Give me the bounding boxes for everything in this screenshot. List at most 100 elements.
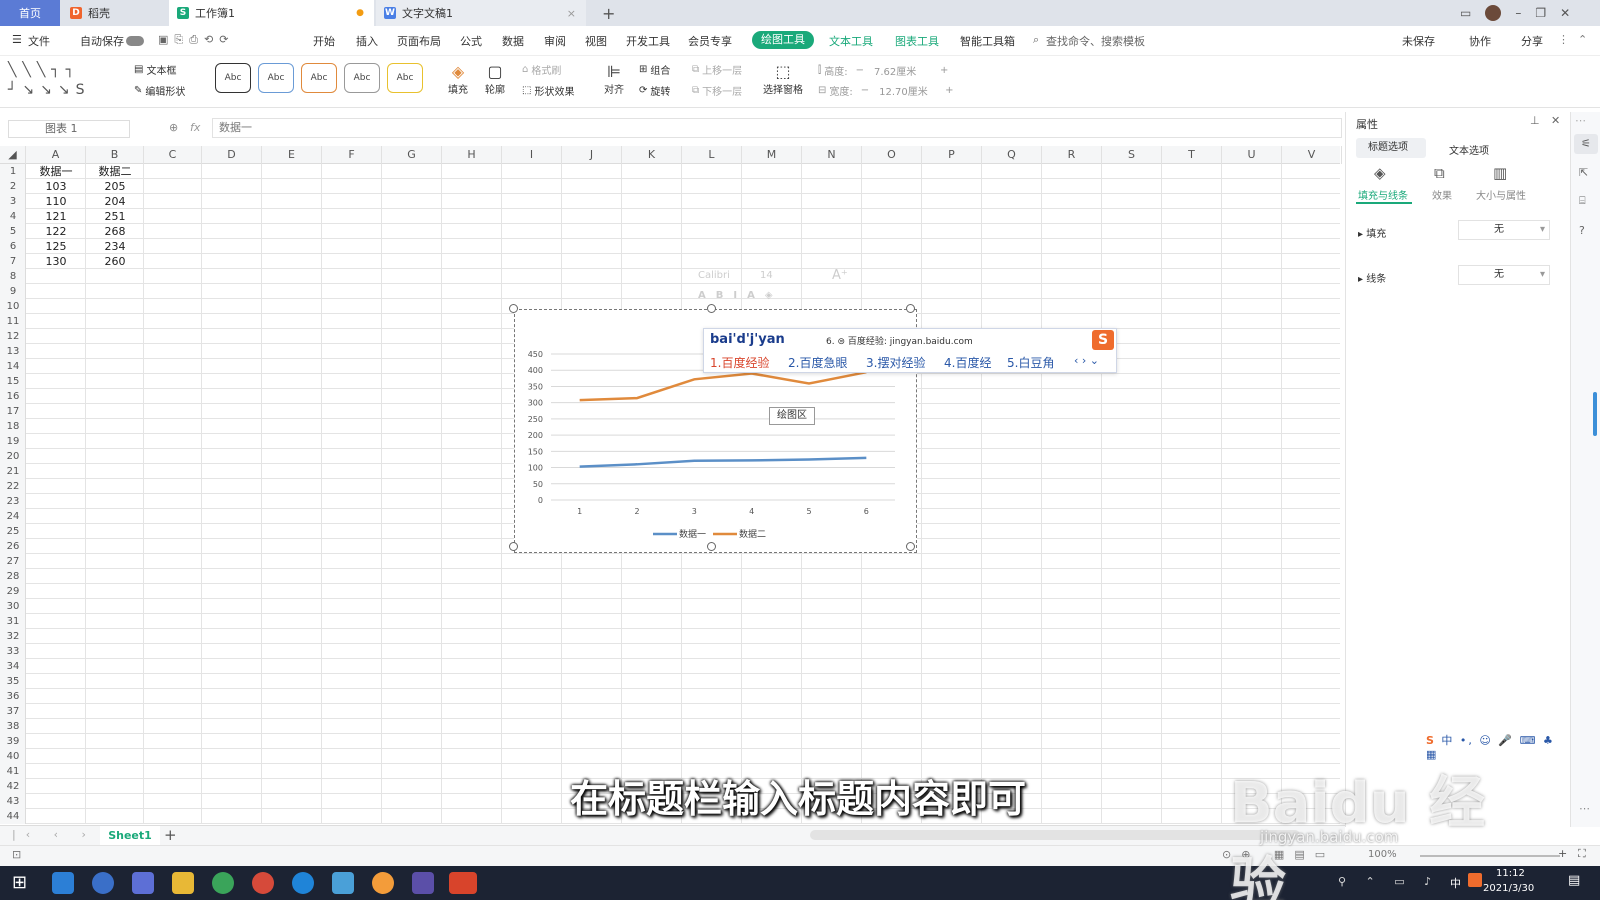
row-header[interactable]: 26: [0, 539, 26, 554]
more-icon[interactable]: ⋮: [1558, 33, 1569, 46]
sogou-tray-icon[interactable]: [1468, 873, 1482, 887]
panel-toggle-icon[interactable]: ⋯: [1575, 114, 1586, 127]
subtab-effect[interactable]: 效果: [1432, 187, 1452, 202]
menu-view[interactable]: 视图: [585, 33, 607, 49]
row-header[interactable]: 31: [0, 614, 26, 629]
row-header[interactable]: 5: [0, 224, 26, 239]
row-header[interactable]: 28: [0, 569, 26, 584]
row-header[interactable]: 32: [0, 629, 26, 644]
row-header[interactable]: 39: [0, 734, 26, 749]
fullscreen-icon[interactable]: ⛶: [1578, 847, 1586, 861]
format-brush-button[interactable]: ⌂ 格式刷: [522, 62, 561, 77]
column-header[interactable]: C: [144, 146, 202, 164]
properties-icon[interactable]: ⚟: [1574, 134, 1598, 154]
bring-forward-button[interactable]: ⧉ 上移一层: [692, 62, 742, 77]
resize-handle-s[interactable]: [707, 542, 716, 551]
tab-title-options[interactable]: 标题选项: [1356, 138, 1426, 158]
row-header[interactable]: 18: [0, 419, 26, 434]
column-header[interactable]: A: [26, 146, 86, 164]
table-cell[interactable]: 122: [26, 224, 86, 239]
resize-handle-nw[interactable]: [509, 304, 518, 313]
increase-font-icon[interactable]: A⁺: [832, 268, 848, 283]
tab-text-options[interactable]: 文本选项: [1449, 142, 1489, 157]
column-header[interactable]: G: [382, 146, 442, 164]
media-player-icon[interactable]: [412, 872, 434, 894]
more-tools-icon[interactable]: ⋯: [1579, 802, 1590, 815]
layout-icon[interactable]: ▭: [1460, 6, 1471, 20]
row-header[interactable]: 11: [0, 314, 26, 329]
taskbar-app-2-icon[interactable]: [92, 872, 114, 894]
group-button[interactable]: ⊞ 组合: [639, 62, 670, 77]
fill-button[interactable]: ◈ 填充: [448, 62, 468, 96]
row-header[interactable]: 14: [0, 359, 26, 374]
browser-icon[interactable]: [252, 872, 274, 894]
close-panel-icon[interactable]: ✕: [1551, 114, 1560, 127]
resize-handle-sw[interactable]: [509, 542, 518, 551]
row-header[interactable]: 17: [0, 404, 26, 419]
column-header[interactable]: U: [1222, 146, 1282, 164]
table-cell[interactable]: 数据一: [26, 164, 86, 179]
zoom-level[interactable]: 100%: [1368, 849, 1397, 860]
clock-time[interactable]: 11:12: [1496, 868, 1525, 879]
add-sheet-button[interactable]: +: [164, 826, 177, 844]
width-decrease-button[interactable]: −: [861, 85, 869, 96]
table-cell[interactable]: 251: [86, 209, 144, 224]
menu-data[interactable]: 数据: [502, 33, 524, 49]
taskbar-app-8-icon[interactable]: [332, 872, 354, 894]
close-icon[interactable]: ×: [567, 7, 576, 20]
row-header[interactable]: 21: [0, 464, 26, 479]
minimize-icon[interactable]: –: [1515, 6, 1521, 20]
help-icon[interactable]: ?: [1579, 224, 1585, 237]
table-cell[interactable]: 204: [86, 194, 144, 209]
zoom-slider[interactable]: [1420, 855, 1560, 857]
menu-page-layout[interactable]: 页面布局: [397, 33, 441, 49]
fx-icon[interactable]: fx: [190, 121, 200, 134]
row-header[interactable]: 3: [0, 194, 26, 209]
quick-access-icons[interactable]: ▣⎘⎙⟲⟳: [158, 33, 234, 47]
wps-taskbar-icon[interactable]: [449, 872, 477, 894]
menu-review[interactable]: 审阅: [544, 33, 566, 49]
outline-button[interactable]: ▢ 轮廓: [485, 62, 505, 96]
table-cell[interactable]: 数据二: [86, 164, 144, 179]
ime-candidate-4[interactable]: 4.百度经: [944, 354, 991, 371]
selection-pane-button[interactable]: ⬚ 选择窗格: [763, 62, 803, 96]
resize-handle-ne[interactable]: [906, 304, 915, 313]
clock-date[interactable]: 2021/3/30: [1483, 883, 1534, 894]
edge-icon[interactable]: [292, 872, 314, 894]
chrome-icon[interactable]: [212, 872, 234, 894]
row-header[interactable]: 27: [0, 554, 26, 569]
new-tab-button[interactable]: +: [594, 0, 623, 26]
height-input[interactable]: 7.62厘米: [874, 63, 934, 78]
column-header[interactable]: J: [562, 146, 622, 164]
table-cell[interactable]: 110: [26, 194, 86, 209]
file-explorer-icon[interactable]: [172, 872, 194, 894]
table-cell[interactable]: 121: [26, 209, 86, 224]
input-language[interactable]: 中: [1450, 875, 1461, 891]
ime-status-bar[interactable]: S 中 •, ☺ 🎤 ⌨ ♣ ▦: [1426, 732, 1568, 761]
row-header[interactable]: 15: [0, 374, 26, 389]
restore-icon[interactable]: ❐: [1535, 6, 1546, 20]
column-header[interactable]: K: [622, 146, 682, 164]
menu-home[interactable]: 开始: [313, 33, 335, 49]
ime-candidate-2[interactable]: 2.百度急眼: [788, 354, 847, 371]
column-header[interactable]: L: [682, 146, 742, 164]
system-tray-icons[interactable]: ⚲ ⌃ ▭ ♪: [1338, 875, 1439, 888]
height-increase-button[interactable]: +: [940, 65, 948, 76]
shape-style-5[interactable]: Abc: [387, 63, 423, 93]
fill-expander[interactable]: ▸ 填充: [1358, 225, 1386, 240]
menu-formula[interactable]: 公式: [460, 33, 482, 49]
subtab-size-property[interactable]: 大小与属性: [1476, 187, 1526, 202]
column-header[interactable]: M: [742, 146, 802, 164]
tab-drawing-tools[interactable]: 绘图工具: [752, 31, 814, 49]
tab-home[interactable]: 首页: [0, 0, 60, 26]
row-header[interactable]: 23: [0, 494, 26, 509]
row-header[interactable]: 43: [0, 794, 26, 809]
tab-docer[interactable]: D 稻壳: [62, 0, 167, 26]
column-header[interactable]: D: [202, 146, 262, 164]
close-window-icon[interactable]: ✕: [1560, 6, 1570, 20]
font-name-box[interactable]: Calibri: [698, 270, 730, 281]
tab-smart-toolbox[interactable]: 智能工具箱: [960, 33, 1015, 49]
tab-chart-tools[interactable]: 图表工具: [895, 33, 939, 49]
resize-handle-se[interactable]: [906, 542, 915, 551]
ime-candidate-5[interactable]: 5.白豆角: [1007, 354, 1054, 371]
